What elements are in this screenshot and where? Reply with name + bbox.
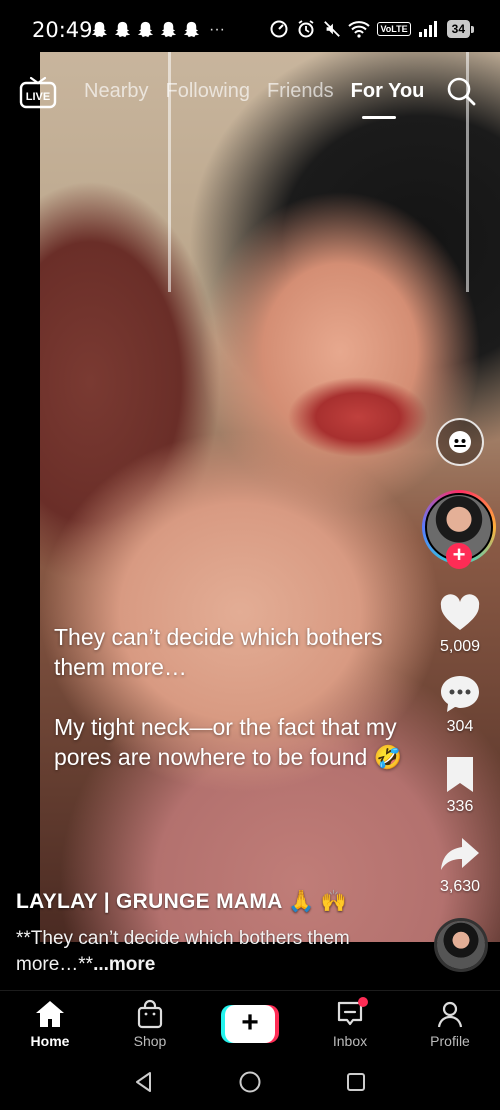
- sound-avatar: [437, 921, 485, 969]
- tab-nearby[interactable]: Nearby: [84, 80, 148, 103]
- like-count: 5,009: [439, 638, 481, 655]
- share-icon: [441, 838, 479, 870]
- signal-icon: [418, 21, 437, 37]
- video-description[interactable]: **They can’t decide which bothers them m…: [16, 926, 416, 978]
- comment-button[interactable]: 304: [430, 672, 490, 736]
- tab-for-you[interactable]: For You: [351, 80, 425, 103]
- nav-home[interactable]: Home: [15, 999, 85, 1049]
- nav-shop[interactable]: Shop: [115, 999, 185, 1049]
- volte-badge: VoLTE: [377, 22, 411, 36]
- video-text-overlay: They can’t decide which bothers them mor…: [54, 622, 434, 802]
- recents-icon[interactable]: [344, 1070, 368, 1094]
- system-indicators: VoLTE 34: [269, 19, 475, 39]
- notification-icons: ···: [90, 20, 225, 39]
- comment-count: 304: [446, 718, 474, 735]
- ai-assistant-button[interactable]: [436, 418, 484, 466]
- snapchat-icon: [137, 21, 154, 38]
- plus-icon: +: [225, 1005, 275, 1043]
- home-circle-icon[interactable]: [238, 1070, 262, 1094]
- music-disc[interactable]: [434, 918, 488, 972]
- data-saver-icon: [270, 20, 288, 38]
- save-button[interactable]: 336: [430, 752, 490, 816]
- overlay-line: My tight neck—or the fact that my pores …: [54, 714, 403, 770]
- comment-icon: [441, 676, 479, 712]
- snapchat-icon: [114, 21, 131, 38]
- clock: 20:49: [32, 18, 93, 42]
- nav-home-label: Home: [30, 1033, 70, 1049]
- description-text: **They can’t decide which bothers them m…: [16, 928, 350, 975]
- home-icon: [36, 1001, 64, 1027]
- shopping-bag-icon: [137, 999, 163, 1029]
- snapchat-icon: [183, 21, 200, 38]
- wifi-icon: [348, 21, 371, 38]
- ai-face-icon: [449, 431, 471, 453]
- top-navigation: LIVE Nearby Following Friends For You: [0, 62, 500, 122]
- snapchat-icon: [160, 21, 177, 38]
- heart-icon: [440, 594, 480, 630]
- search-icon[interactable]: [446, 76, 476, 106]
- profile-icon: [437, 1001, 463, 1028]
- save-count: 336: [446, 798, 474, 815]
- nav-inbox-label: Inbox: [332, 1033, 368, 1049]
- nav-profile[interactable]: Profile: [415, 999, 485, 1049]
- battery-indicator: 34: [446, 20, 475, 38]
- create-button[interactable]: +: [221, 1005, 279, 1043]
- nav-shop-label: Shop: [133, 1033, 167, 1049]
- bookmark-icon: [447, 757, 473, 792]
- share-button[interactable]: 3,630: [430, 832, 490, 896]
- mute-icon: [324, 21, 341, 37]
- feed-tabs: Nearby Following Friends For You: [84, 80, 424, 103]
- nav-profile-label: Profile: [430, 1033, 470, 1049]
- nav-inbox[interactable]: Inbox: [315, 997, 385, 1049]
- tab-friends[interactable]: Friends: [267, 80, 334, 103]
- overlay-line: They can’t decide which bothers them mor…: [54, 624, 383, 680]
- author-name[interactable]: LAYLAY | GRUNGE MAMA 🙏 🙌: [16, 890, 347, 914]
- tab-following[interactable]: Following: [165, 80, 249, 103]
- back-icon[interactable]: [132, 1070, 156, 1094]
- inbox-notification-dot: [358, 997, 368, 1007]
- follow-button[interactable]: +: [446, 543, 472, 569]
- active-tab-indicator: [362, 116, 396, 119]
- like-button[interactable]: 5,009: [430, 592, 490, 656]
- live-label: LIVE: [26, 91, 50, 103]
- more-notifications: ···: [209, 20, 225, 38]
- system-navigation: [0, 1052, 500, 1110]
- snapchat-icon: [91, 21, 108, 38]
- more-link[interactable]: ...more: [93, 954, 155, 975]
- alarm-icon: [298, 20, 314, 38]
- bottom-navigation: Home Shop + Inbox Profile: [0, 990, 500, 1052]
- share-count: 3,630: [439, 878, 481, 895]
- live-icon[interactable]: LIVE: [18, 74, 58, 110]
